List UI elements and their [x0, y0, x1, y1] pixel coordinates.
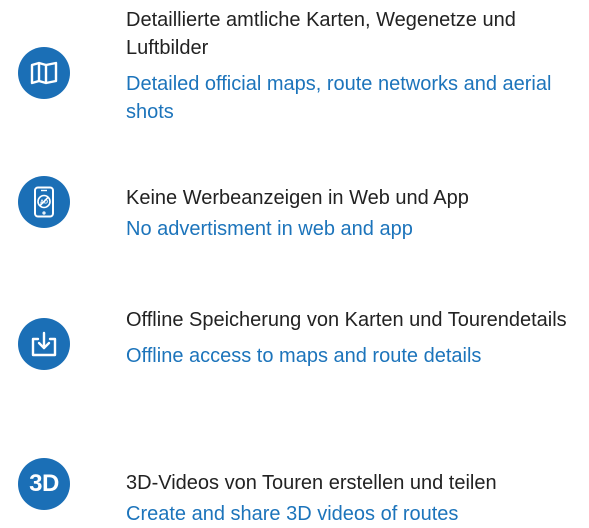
feature-no-ads-english: No advertisment in web and app	[126, 218, 413, 240]
feature-3d-english: Create and share 3D videos of routes	[126, 503, 459, 525]
feature-maps-english: Detailed official maps, route networks a…	[126, 73, 552, 123]
3d-icon: 3D	[29, 470, 59, 497]
feature-maps-german: Detaillierte amtliche Karten, Wegenetze …	[126, 9, 516, 59]
feature-offline-german: Offline Speicherung von Karten und Toure…	[126, 309, 567, 331]
download-icon	[30, 331, 58, 357]
map-badge	[18, 47, 70, 99]
offline-badge	[18, 318, 70, 370]
no-ads-phone-icon: AD	[32, 186, 56, 218]
feature-3d-german: 3D-Videos von Touren erstellen und teile…	[126, 472, 497, 494]
feature-offline-english: Offline access to maps and route details	[126, 345, 482, 367]
3d-badge: 3D	[18, 458, 70, 510]
svg-text:AD: AD	[40, 199, 48, 205]
map-icon	[30, 61, 58, 85]
no-ads-badge: AD	[18, 176, 70, 228]
feature-no-ads-german: Keine Werbeanzeigen in Web und App	[126, 187, 469, 209]
